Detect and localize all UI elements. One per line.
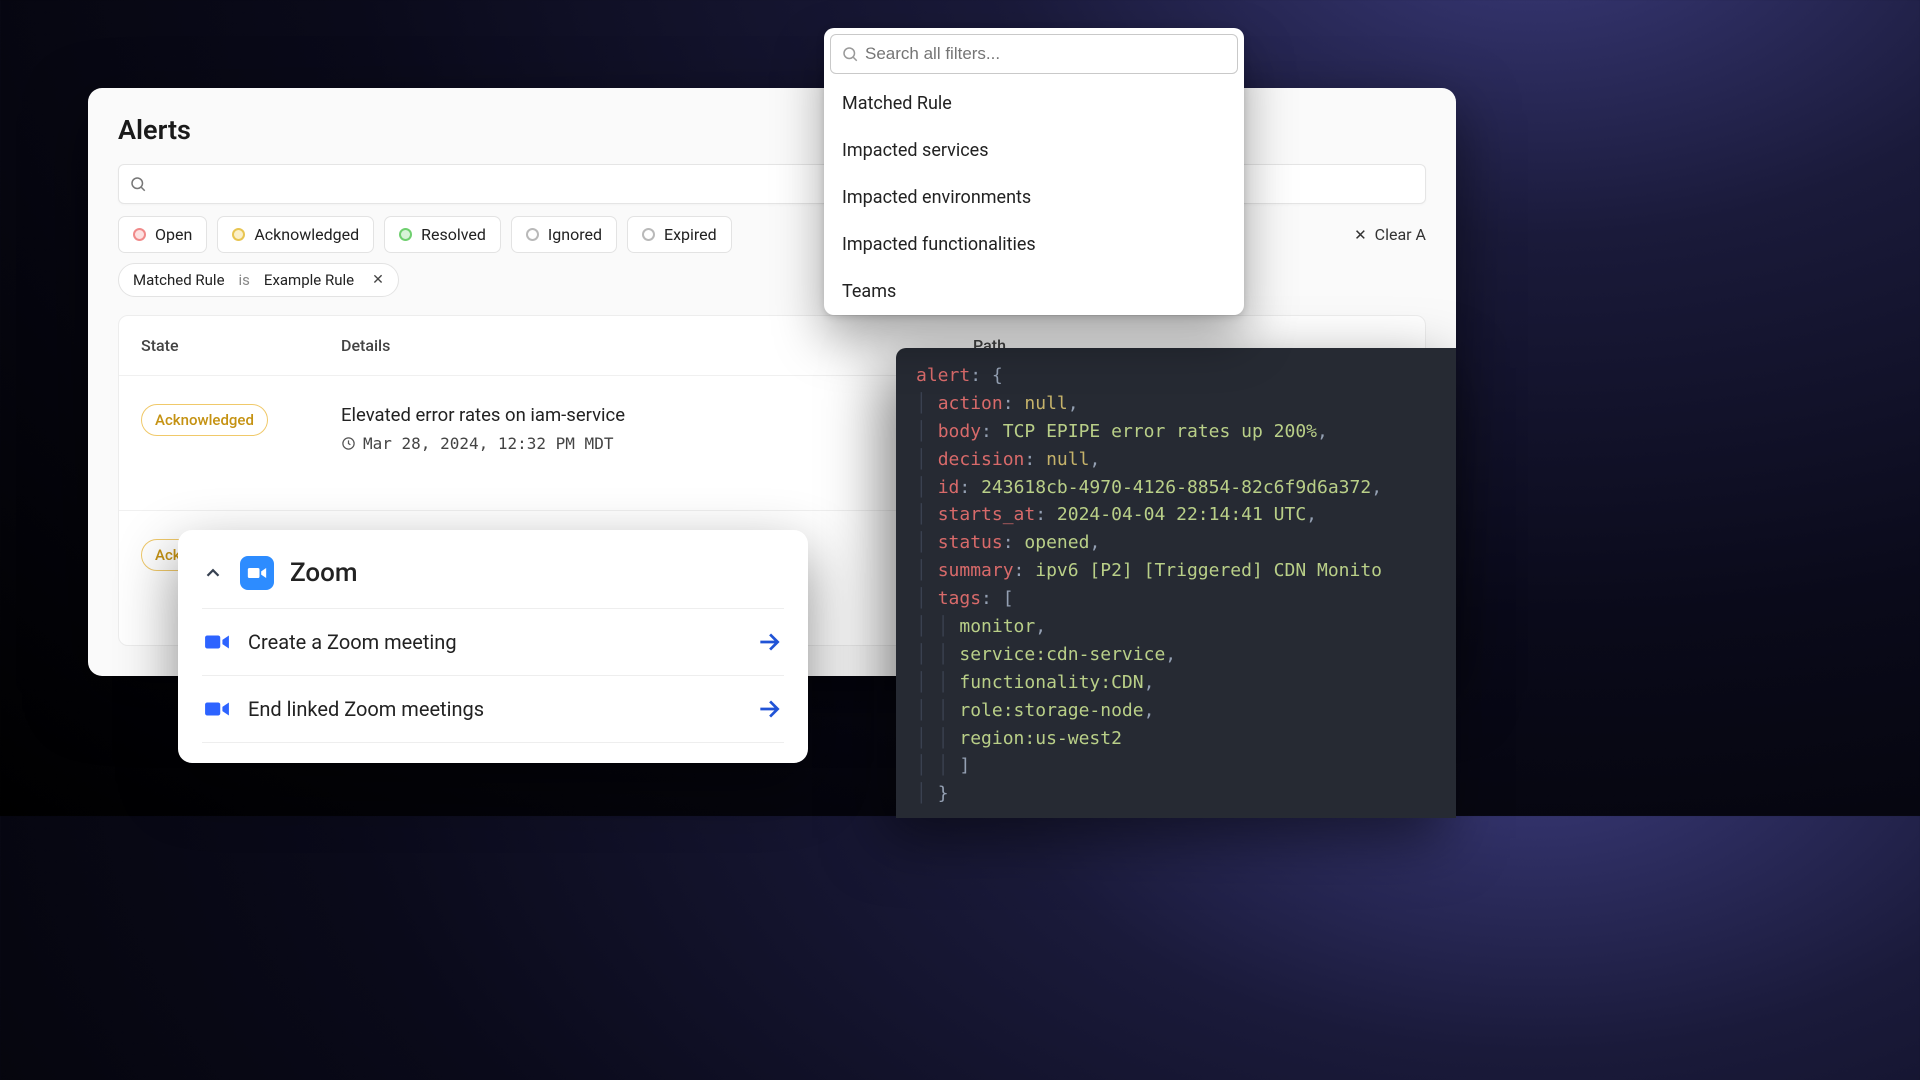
alert-json-viewer: alert: { │ action: null, │ body: TCP EPI… — [896, 348, 1456, 818]
video-icon — [204, 633, 230, 651]
close-icon: ✕ — [1354, 226, 1367, 244]
col-details: Details — [341, 336, 973, 355]
alert-timestamp: Mar 28, 2024, 12:32 PM MDT — [341, 434, 973, 453]
filter-option[interactable]: Impacted environments — [824, 174, 1244, 221]
video-icon — [204, 700, 230, 718]
status-chip-acknowledged[interactable]: Acknowledged — [217, 216, 374, 253]
zoom-logo-icon — [240, 556, 274, 590]
col-state: State — [141, 336, 341, 355]
status-chip-expired[interactable]: Expired — [627, 216, 732, 253]
filter-search-input[interactable] — [830, 34, 1238, 74]
zoom-action-create[interactable]: Create a Zoom meeting — [202, 608, 784, 675]
filter-option[interactable]: Impacted services — [824, 127, 1244, 174]
filter-value: Example Rule — [264, 271, 354, 289]
status-filter-row: Open Acknowledged Resolved Ignored Expir… — [88, 216, 1456, 263]
status-dot-icon — [133, 228, 146, 241]
clear-all-button[interactable]: ✕ Clear A — [1354, 225, 1426, 244]
status-dot-icon — [232, 228, 245, 241]
status-dot-icon — [526, 228, 539, 241]
remove-filter-icon[interactable]: ✕ — [372, 272, 384, 288]
zoom-action-label: End linked Zoom meetings — [248, 697, 738, 721]
filter-dropdown: Matched Rule Impacted services Impacted … — [824, 28, 1244, 315]
filter-field: Matched Rule — [133, 271, 225, 289]
filter-operator: is — [239, 271, 250, 289]
alert-title: Elevated error rates on iam-service — [341, 404, 973, 426]
arrow-right-icon — [756, 629, 782, 655]
search-icon — [841, 45, 859, 63]
filter-option[interactable]: Impacted functionalities — [824, 221, 1244, 268]
status-dot-icon — [399, 228, 412, 241]
zoom-title: Zoom — [290, 558, 358, 588]
search-icon — [129, 175, 147, 193]
zoom-action-end[interactable]: End linked Zoom meetings — [202, 675, 784, 743]
zoom-integration-card: Zoom Create a Zoom meeting End linked Zo… — [178, 530, 808, 763]
status-dot-icon — [642, 228, 655, 241]
status-chip-resolved[interactable]: Resolved — [384, 216, 501, 253]
zoom-action-label: Create a Zoom meeting — [248, 630, 738, 654]
filter-option[interactable]: Teams — [824, 268, 1244, 315]
active-filter-chip[interactable]: Matched Rule is Example Rule ✕ — [118, 263, 399, 297]
status-chip-open[interactable]: Open — [118, 216, 207, 253]
state-badge: Acknowledged — [141, 404, 268, 436]
clock-icon — [341, 436, 356, 451]
arrow-right-icon — [756, 696, 782, 722]
chevron-up-icon[interactable] — [202, 562, 224, 584]
filter-option[interactable]: Matched Rule — [824, 80, 1244, 127]
filter-search-field[interactable] — [865, 44, 1227, 64]
status-chip-ignored[interactable]: Ignored — [511, 216, 617, 253]
